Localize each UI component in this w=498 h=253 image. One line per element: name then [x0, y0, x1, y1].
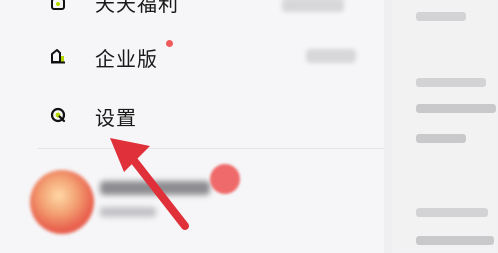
pointer-arrow	[110, 138, 189, 230]
